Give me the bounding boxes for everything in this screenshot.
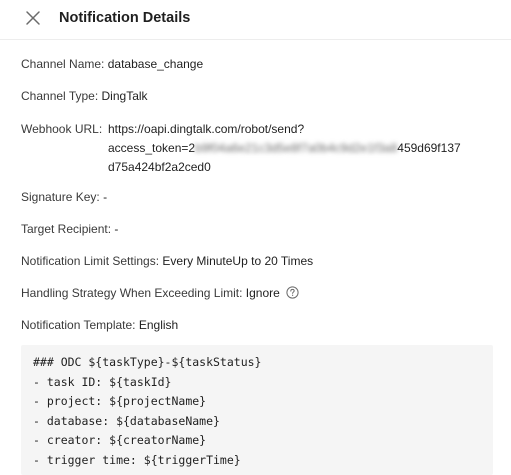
channel-type-value: DingTalk: [101, 89, 148, 103]
notification-limit-row: Notification Limit Settings: Every Minut…: [21, 252, 313, 270]
webhook-url-line2: access_token=2b9f04a6e21c3d5e8f7a0b4c9d2…: [108, 139, 493, 158]
code-line: - trigger time: ${triggerTime}: [33, 452, 241, 467]
channel-name-row: Channel Name: database_change: [21, 55, 203, 73]
channel-type-row: Channel Type: DingTalk: [21, 87, 148, 105]
signature-key-value: -: [103, 190, 108, 204]
channel-type-label: Channel Type:: [21, 89, 99, 103]
webhook-token-masked: b9f04a6e21c3d5e8f7a0b4c9d2e1f3a8: [195, 141, 398, 155]
channel-name-value: database_change: [107, 57, 204, 71]
webhook-url-value: https://oapi.dingtalk.com/robot/send? ac…: [108, 120, 493, 177]
code-line: ### ODC ${taskType}-${taskStatus}: [33, 355, 262, 369]
notification-template-value: English: [138, 318, 179, 332]
code-line: - database: ${databaseName}: [33, 413, 220, 428]
webhook-url-line1: https://oapi.dingtalk.com/robot/send?: [108, 122, 305, 136]
channel-name-label: Channel Name:: [21, 57, 105, 71]
handling-strategy-row: Handling Strategy When Exceeding Limit: …: [21, 284, 299, 302]
question-circle-icon[interactable]: [286, 286, 299, 299]
webhook-url-label: Webhook URL:: [21, 122, 103, 136]
notification-template-row: Notification Template: English: [21, 316, 178, 334]
handling-strategy-label: Handling Strategy When Exceeding Limit:: [21, 286, 243, 300]
code-line: - task ID: ${taskId}: [33, 374, 172, 389]
handling-strategy-value: Ignore: [245, 286, 280, 300]
drawer-header: Notification Details: [0, 0, 511, 40]
webhook-url-row: Webhook URL:: [21, 120, 102, 138]
drawer-title: Notification Details: [59, 10, 191, 26]
signature-key-label: Signature Key:: [21, 190, 100, 204]
notification-limit-label: Notification Limit Settings:: [21, 254, 160, 268]
target-recipient-value: -: [114, 222, 119, 236]
notification-limit-value: Every MinuteUp to 20 Times: [162, 254, 314, 268]
webhook-url-line3: d75a424bf2a2ced0: [108, 160, 211, 174]
template-code-block: ### ODC ${taskType}-${taskStatus} - task…: [21, 345, 493, 475]
target-recipient-row: Target Recipient: -: [21, 220, 118, 238]
webhook-token-suffix: 459d69f137: [397, 141, 461, 155]
code-line: - project: ${projectName}: [33, 394, 207, 408]
target-recipient-label: Target Recipient:: [21, 222, 112, 236]
notification-template-label: Notification Template:: [21, 318, 136, 332]
close-icon[interactable]: [24, 9, 42, 27]
signature-key-row: Signature Key: -: [21, 188, 107, 206]
code-line: - creator: ${creatorName}: [33, 433, 207, 447]
webhook-token-prefix: access_token=2: [108, 141, 196, 155]
